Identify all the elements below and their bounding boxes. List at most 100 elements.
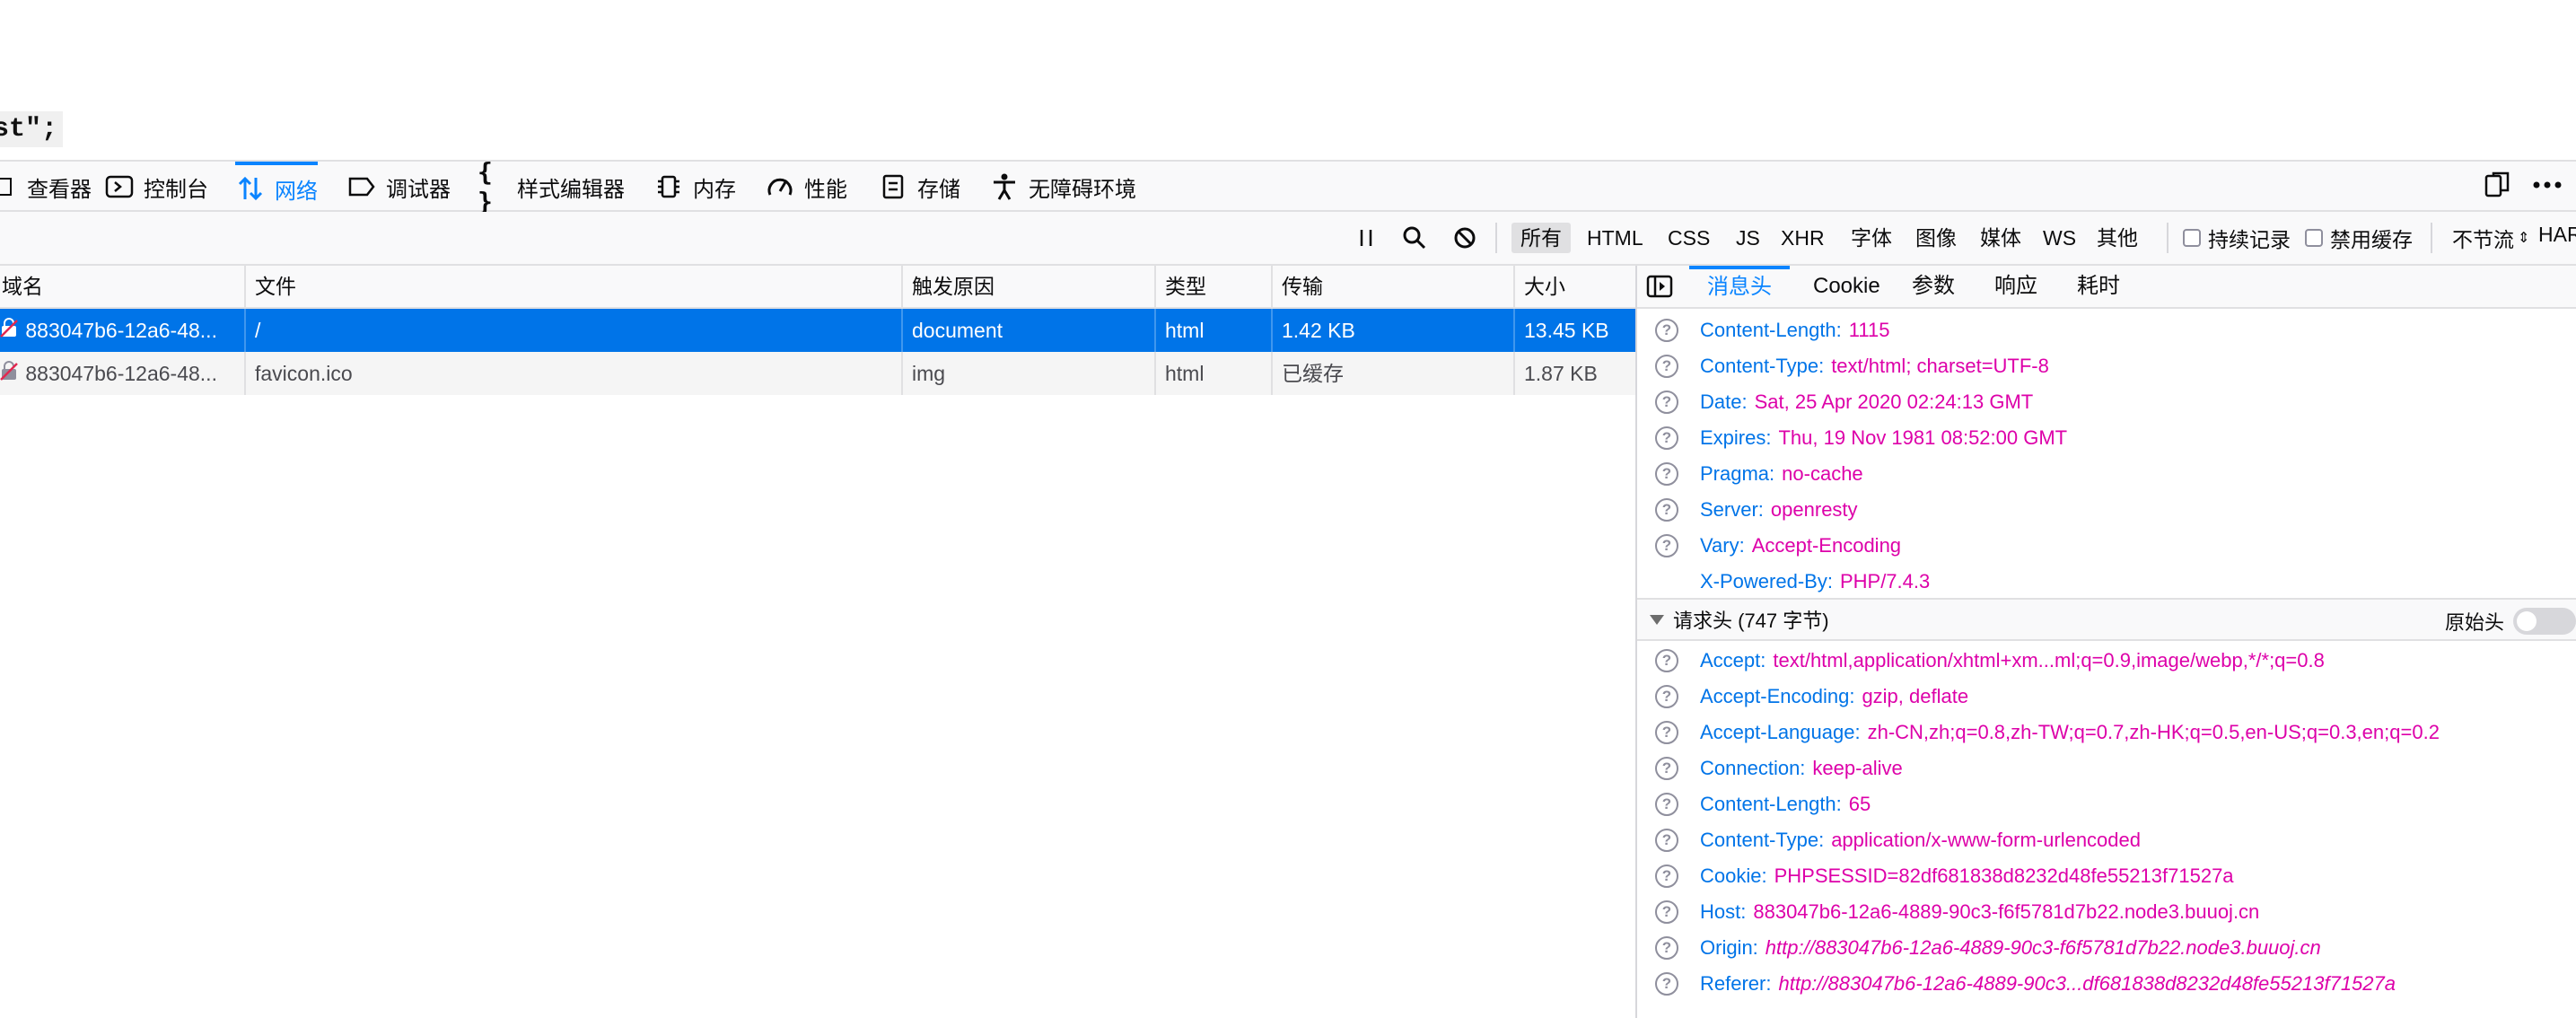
header-row: ? Expires: Thu, 19 Nov 1981 08:52:00 GMT [1637,420,2576,456]
tab-headers[interactable]: 消息头 [1689,266,1790,307]
network-icon [235,173,266,204]
type-cell: html [1165,362,1205,385]
filter-html[interactable]: HTML [1578,223,1652,253]
filter-xhr[interactable]: XHR [1772,223,1834,253]
header-row: ? Cookie: PHPSESSID=82df681838d8232d48fe55… [1637,858,2576,894]
request-headers-section[interactable]: 请求头 (747 字节) 原始头 [1637,598,2576,641]
checkbox-box[interactable] [2305,229,2323,247]
table-row[interactable]: 883047b6-12a6-48... / document html 1.42… [0,309,1635,352]
help-icon[interactable]: ? [1655,936,1678,960]
filter-css[interactable]: CSS [1659,223,1719,253]
tab-params[interactable]: 参数 [1894,266,1973,307]
tab-timings[interactable]: 耗时 [2059,266,2138,307]
inspector-icon [0,171,18,202]
help-icon[interactable]: ? [1655,864,1678,888]
tab-style-editor[interactable]: { } 样式编辑器 [478,157,625,216]
header-row: ? Pragma: no-cache [1637,456,2576,492]
help-icon[interactable]: ? [1655,649,1678,672]
help-icon[interactable]: ? [1655,900,1678,924]
memory-icon [653,171,684,202]
tab-memory[interactable]: 内存 [653,162,736,212]
column-transferred[interactable]: 传输 [1271,266,1513,307]
style-editor-icon: { } [478,157,493,216]
column-size[interactable]: 大小 [1513,266,1635,307]
help-icon-placeholder [1655,570,1678,593]
filter-images[interactable]: 图像 [1906,223,1966,253]
header-row: ? Content-Type: application/x-www-form-url… [1637,822,2576,858]
header-row: ? Server: openresty [1637,492,2576,528]
filter-ws[interactable]: WS [2034,223,2085,253]
clear-icon[interactable] [1450,221,1479,255]
tab-cookies[interactable]: Cookie [1795,266,1898,307]
select-arrows-icon: ⇕ [2518,231,2530,246]
tab-performance[interactable]: 性能 [765,162,847,212]
help-icon[interactable]: ? [1655,972,1678,996]
column-file[interactable]: 文件 [244,266,901,307]
persist-logs-checkbox[interactable]: 持续记录 [2183,223,2291,253]
header-row: ? Content-Length: 65 [1637,786,2576,822]
throttle-select[interactable]: 不节流 ⇕ [2452,223,2529,253]
domain-cell: 883047b6-12a6-48... [0,309,244,352]
tab-storage[interactable]: 存储 [878,162,960,212]
raw-headers-toggle[interactable]: 原始头 [2445,607,2576,636]
har-menu[interactable]: HAR [2538,223,2576,247]
filter-fonts[interactable]: 字体 [1842,223,1901,253]
tab-console[interactable]: 控制台 [104,162,208,212]
header-row: ? Accept-Encoding: gzip, deflate [1637,679,2576,715]
header-row: ? Connection: keep-alive [1637,750,2576,786]
toggle-switch[interactable] [2513,608,2576,635]
table-row[interactable]: 883047b6-12a6-48... favicon.ico img html… [0,352,1635,395]
tab-debugger[interactable]: 调试器 [346,162,451,212]
checkbox-box[interactable] [2183,229,2201,247]
storage-icon [878,171,908,202]
filter-all[interactable]: 所有 [1511,223,1571,253]
more-options-icon[interactable] [2531,171,2563,204]
tab-response[interactable]: 响应 [1976,266,2055,307]
details-panel: 消息头 Cookie 参数 响应 耗时 ? Content-Length: 1115… [1637,266,2576,1018]
tab-inspector[interactable]: 查看器 [0,162,92,212]
help-icon[interactable]: ? [1655,319,1678,342]
cause-cell: document [912,319,1003,342]
help-icon[interactable]: ? [1655,498,1678,522]
column-domain[interactable]: 域名 [0,266,244,307]
toggle-sidebar-icon[interactable] [1637,266,1682,307]
request-list-header: 域名 文件 触发原因 类型 传输 大小 [0,266,1635,309]
page-content: st"; [0,0,2576,160]
header-row: ? Content-Length: 1115 [1637,312,2576,348]
header-row: ? Vary: Accept-Encoding [1637,528,2576,564]
filter-media[interactable]: 媒体 [1971,223,2030,253]
insecure-lock-icon [0,352,20,395]
help-icon[interactable]: ? [1655,426,1678,450]
help-icon[interactable]: ? [1655,793,1678,816]
filter-other[interactable]: 其他 [2088,223,2147,253]
help-icon[interactable]: ? [1655,829,1678,852]
header-row: ? Accept: text/html,application/xhtml+xm..… [1637,643,2576,679]
help-icon[interactable]: ? [1655,757,1678,780]
tab-network[interactable]: 网络 [235,162,318,212]
type-cell: html [1165,319,1205,342]
column-type[interactable]: 类型 [1154,266,1271,307]
help-icon[interactable]: ? [1655,355,1678,378]
help-icon[interactable]: ? [1655,391,1678,414]
pause-icon[interactable] [1354,221,1379,255]
performance-icon [765,171,795,202]
debugger-icon [346,171,377,202]
console-icon [104,171,135,202]
header-row: X-Powered-By: PHP/7.4.3 [1637,564,2576,600]
help-icon[interactable]: ? [1655,462,1678,486]
toolbar-divider [1495,223,1497,253]
tab-accessibility[interactable]: 无障碍环境 [989,162,1136,212]
search-icon[interactable] [1400,221,1429,255]
filter-js[interactable]: JS [1727,223,1769,253]
network-toolbar: 所有 HTML CSS JS XHR 字体 图像 媒体 WS 其他 持续记录 禁… [0,212,2576,266]
help-icon[interactable]: ? [1655,534,1678,557]
disable-cache-checkbox[interactable]: 禁用缓存 [2305,223,2413,253]
toolbox-controls [2483,171,2563,204]
accessibility-icon [989,171,1020,202]
dock-toggle-icon[interactable] [2483,171,2511,204]
help-icon[interactable]: ? [1655,685,1678,708]
column-cause[interactable]: 触发原因 [901,266,1154,307]
domain-cell: 883047b6-12a6-48... [0,352,244,395]
help-icon[interactable]: ? [1655,721,1678,744]
header-row: ? Host: 883047b6-12a6-4889-90c3-f6f5781d7b… [1637,894,2576,930]
